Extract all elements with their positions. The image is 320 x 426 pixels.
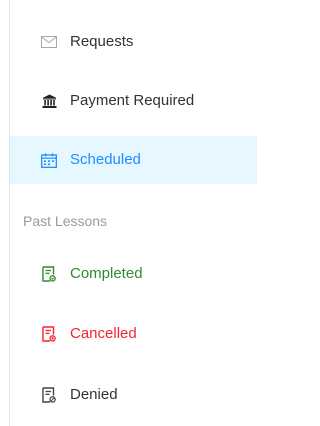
document-cancel-icon xyxy=(41,326,57,342)
bank-icon xyxy=(41,93,57,109)
past-lessons-heading: Past Lessons xyxy=(23,213,108,229)
menu-item-label: Requests xyxy=(70,33,134,50)
calendar-icon xyxy=(41,152,57,168)
document-deny-icon xyxy=(41,387,57,403)
menu-item-requests[interactable]: Requests xyxy=(10,18,257,66)
menu-item-label: Completed xyxy=(70,265,143,282)
menu-item-scheduled[interactable]: Scheduled xyxy=(10,136,257,184)
lessons-side-menu: Requests Payment Required Scheduled Past… xyxy=(9,0,257,426)
menu-item-label: Scheduled xyxy=(70,151,141,168)
menu-item-completed[interactable]: Completed xyxy=(10,250,257,298)
menu-item-label: Payment Required xyxy=(70,92,195,109)
menu-item-cancelled[interactable]: Cancelled xyxy=(10,310,257,358)
mail-icon xyxy=(41,34,57,50)
document-check-icon xyxy=(41,266,57,282)
menu-item-label: Cancelled xyxy=(70,325,137,342)
menu-item-payment-required[interactable]: Payment Required xyxy=(10,77,257,125)
menu-item-denied[interactable]: Denied xyxy=(10,371,257,419)
menu-item-label: Denied xyxy=(70,386,118,403)
